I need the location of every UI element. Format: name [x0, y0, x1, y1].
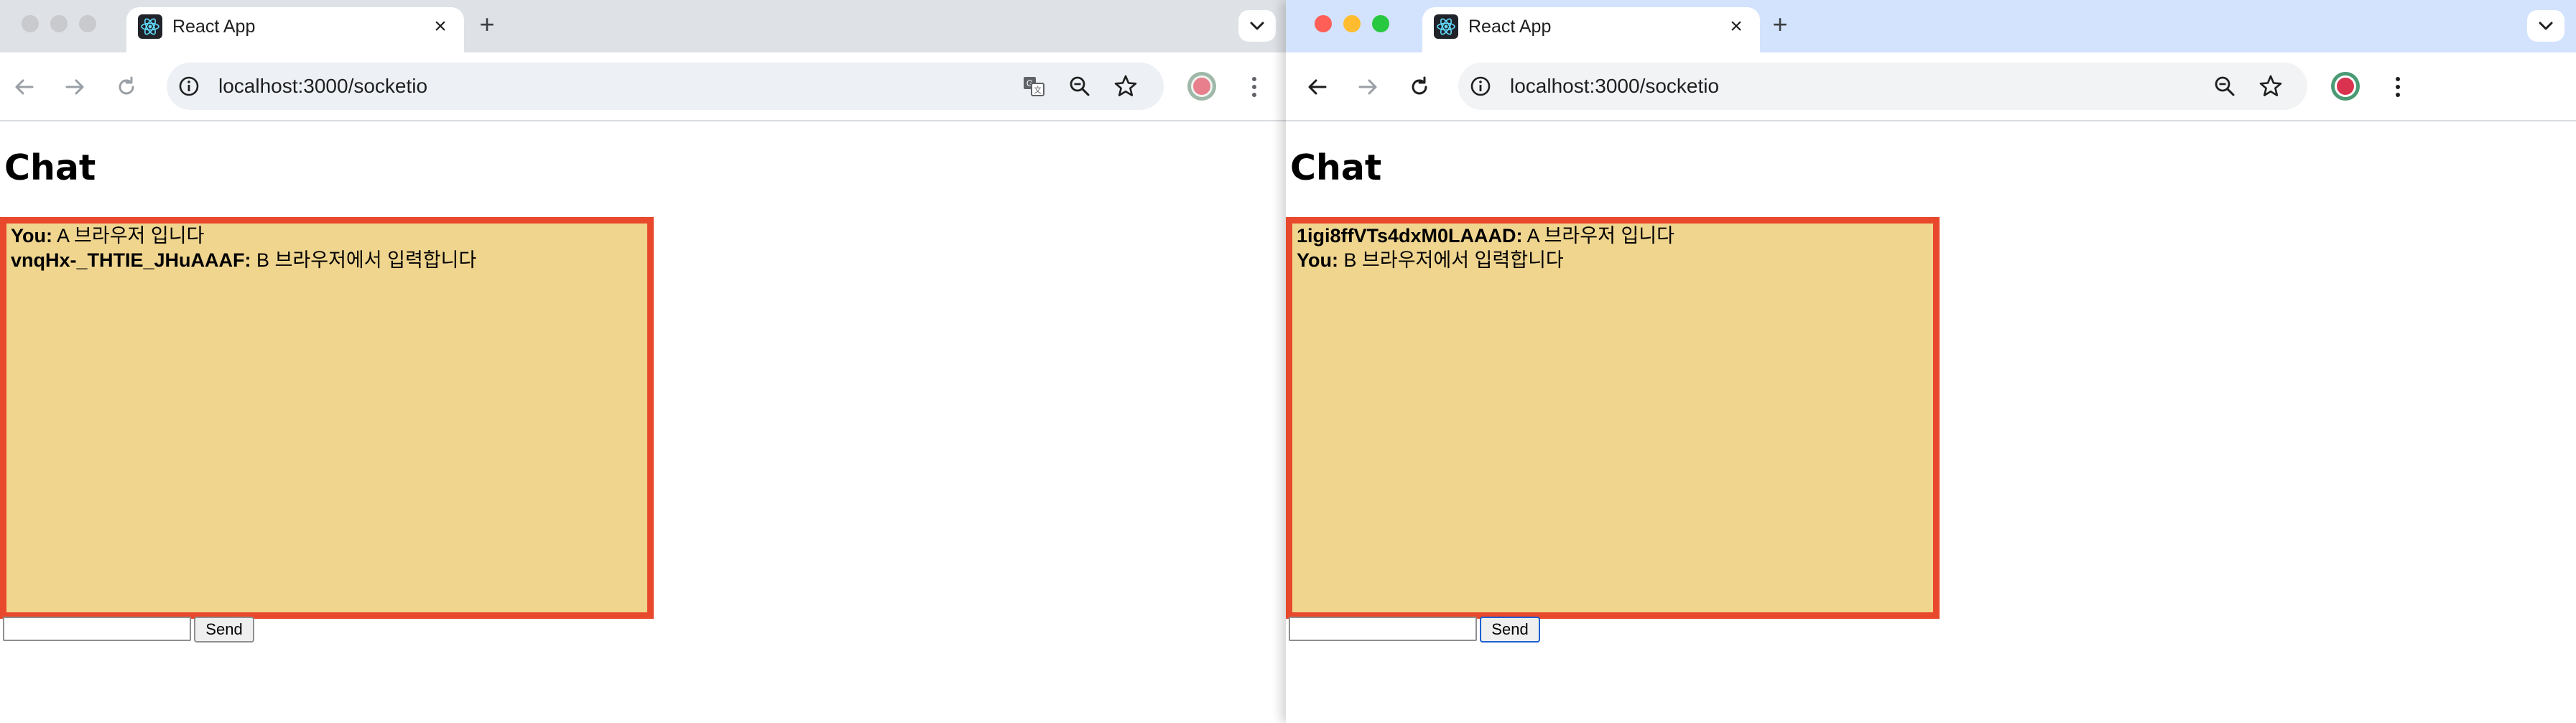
profile-avatar-icon[interactable]: [1185, 70, 1218, 103]
tab-title: React App: [1468, 17, 1552, 37]
zoom-window-button[interactable]: [79, 15, 96, 32]
browser-toolbar: localhost:3000/socketio G文: [0, 52, 1286, 121]
message-input[interactable]: [3, 617, 191, 641]
reload-button[interactable]: [111, 71, 142, 103]
message-item: You: B 브라우저에서 입력합니다: [1292, 248, 1933, 272]
message-list: 1igi8ffVTs4dxM0LAAAD: A 브라우저 입니다 You: B …: [1286, 217, 1940, 619]
arrow-right-icon: [1358, 79, 1377, 95]
arrow-right-icon: [65, 79, 84, 95]
address-bar[interactable]: localhost:3000/socketio G文: [167, 63, 1164, 110]
message-text: B 브라우저에서 입력합니다: [256, 249, 477, 271]
close-window-button[interactable]: [22, 15, 39, 32]
message-item: You: A 브라우저 입니다: [6, 224, 647, 248]
zoom-window-button[interactable]: [1372, 15, 1389, 32]
message-list: You: A 브라우저 입니다 vnqHx-_THTIE_JHuAAAF: B …: [0, 217, 654, 619]
page-content: Chat You: A 브라우저 입니다 vnqHx-_THTIE_JHuAAA…: [0, 121, 1286, 723]
chevron-down-icon: [1250, 22, 1264, 30]
zoom-out-icon[interactable]: [2213, 74, 2237, 98]
message-item: vnqHx-_THTIE_JHuAAAF: B 브라우저에서 입력합니다: [6, 248, 647, 272]
browser-window-a: React App × + localhost:3000/socketio G文…: [0, 0, 1286, 723]
reload-icon: [1412, 76, 1427, 95]
new-tab-button[interactable]: +: [1766, 10, 1794, 39]
tab-title: React App: [172, 17, 256, 37]
info-icon[interactable]: [178, 75, 200, 97]
message-text: A 브라우저 입니다: [1526, 225, 1674, 247]
kebab-menu-icon[interactable]: [1247, 73, 1261, 101]
page-content: Chat 1igi8ffVTs4dxM0LAAAD: A 브라우저 입니다 Yo…: [1286, 121, 2576, 723]
arrow-left-icon: [15, 79, 34, 95]
new-tab-button[interactable]: +: [473, 10, 501, 39]
tab-close-icon[interactable]: ×: [1724, 14, 1748, 39]
tab-close-icon[interactable]: ×: [428, 14, 453, 39]
message-sender: You:: [1297, 249, 1338, 271]
star-icon[interactable]: [1113, 74, 1138, 98]
send-button[interactable]: Send: [1480, 617, 1540, 643]
tab-strip: React App × +: [0, 0, 1286, 52]
react-icon: [138, 14, 162, 39]
forward-button[interactable]: [1352, 71, 1384, 103]
message-item: 1igi8ffVTs4dxM0LAAAD: A 브라우저 입니다: [1292, 224, 1933, 248]
message-sender: 1igi8ffVTs4dxM0LAAAD:: [1297, 225, 1523, 247]
back-button[interactable]: [1302, 71, 1333, 103]
minimize-window-button[interactable]: [50, 15, 68, 32]
url-text: localhost:3000/socketio: [1510, 75, 1720, 97]
message-input[interactable]: [1289, 617, 1477, 641]
message-text: B 브라우저에서 입력합니다: [1343, 249, 1564, 271]
tab-search-button[interactable]: [1238, 10, 1276, 42]
message-sender: You:: [11, 225, 52, 247]
message-sender: vnqHx-_THTIE_JHuAAAF:: [11, 249, 251, 271]
minimize-window-button[interactable]: [1343, 15, 1361, 32]
send-button[interactable]: Send: [194, 617, 254, 643]
svg-text:文: 文: [1034, 85, 1042, 95]
info-icon[interactable]: [1470, 75, 1491, 97]
url-text: localhost:3000/socketio: [218, 75, 428, 97]
chevron-down-icon: [2539, 22, 2553, 30]
star-icon[interactable]: [2258, 74, 2283, 98]
browser-window-b: React App × + localhost:3000/socketio Ch…: [1286, 0, 2576, 723]
close-window-button[interactable]: [1315, 15, 1332, 32]
reload-icon: [119, 76, 134, 95]
translate-icon[interactable]: G文: [1021, 74, 1046, 98]
reload-button[interactable]: [1404, 71, 1435, 103]
zoom-out-icon[interactable]: [1067, 74, 1092, 98]
address-bar[interactable]: localhost:3000/socketio: [1458, 63, 2307, 110]
tab-react-app[interactable]: React App ×: [126, 7, 464, 52]
forward-button[interactable]: [59, 71, 91, 103]
browser-toolbar: localhost:3000/socketio: [1286, 52, 2576, 121]
kebab-menu-icon[interactable]: [2391, 73, 2405, 101]
tab-react-app[interactable]: React App ×: [1422, 7, 1760, 52]
react-icon: [1434, 14, 1458, 39]
tab-search-button[interactable]: [2527, 10, 2565, 42]
page-title: Chat: [1290, 147, 1382, 188]
arrow-left-icon: [1308, 79, 1327, 95]
message-text: A 브라우저 입니다: [57, 225, 205, 247]
back-button[interactable]: [9, 71, 40, 103]
tab-strip: React App × +: [1286, 0, 2576, 52]
page-title: Chat: [4, 147, 96, 188]
profile-avatar-icon[interactable]: [2329, 70, 2362, 103]
